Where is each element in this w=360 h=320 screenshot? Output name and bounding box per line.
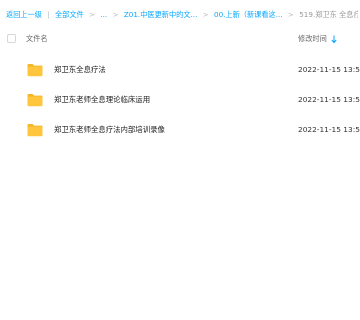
file-name[interactable]: 郑卫东老师全息疗法内部培训录像: [54, 117, 165, 143]
breadcrumb-current: 519.郑卫东 全息疗法: [299, 10, 358, 19]
breadcrumb-separator: >: [112, 10, 119, 19]
breadcrumb-separator: >: [89, 10, 96, 19]
file-name[interactable]: 郑卫东全息疗法: [54, 57, 106, 83]
folder-icon: [27, 64, 43, 77]
select-all-checkbox[interactable]: [7, 34, 16, 43]
file-list-header: 文件名 修改时间: [0, 31, 360, 49]
folder-icon: [27, 94, 43, 107]
column-header-modified-time[interactable]: 修改时间: [298, 32, 327, 46]
breadcrumb-divider: |: [47, 10, 50, 19]
breadcrumb-folder-z01[interactable]: Z01.中医更新中的文...: [124, 8, 198, 22]
file-modified-time: 2022-11-15 13:57: [298, 65, 360, 74]
column-header-filename[interactable]: 文件名: [26, 32, 48, 46]
sort-down-icon[interactable]: [331, 35, 337, 44]
folder-icon: [27, 124, 43, 137]
breadcrumb-separator: >: [287, 10, 294, 19]
breadcrumb-ellipsis[interactable]: ...: [100, 8, 107, 22]
back-link[interactable]: 返回上一级: [6, 8, 42, 22]
file-name[interactable]: 郑卫东老师全息理论临床运用: [54, 87, 150, 113]
file-modified-time: 2022-11-15 13:57: [298, 125, 360, 134]
file-row[interactable]: 郑卫东老师全息理论临床运用 2022-11-15 13:57: [0, 87, 360, 117]
breadcrumb-all-files[interactable]: 全部文件: [55, 8, 84, 22]
breadcrumb-separator: >: [202, 10, 209, 19]
breadcrumb: 返回上一级 | 全部文件 > ... > Z01.中医更新中的文... > 00…: [6, 8, 358, 22]
file-row[interactable]: 郑卫东全息疗法 2022-11-15 13:57: [0, 57, 360, 87]
file-modified-time: 2022-11-15 13:57: [298, 95, 360, 104]
breadcrumb-folder-00[interactable]: 00.上新（新课看这...: [214, 8, 283, 22]
file-row[interactable]: 郑卫东老师全息疗法内部培训录像 2022-11-15 13:57: [0, 117, 360, 147]
